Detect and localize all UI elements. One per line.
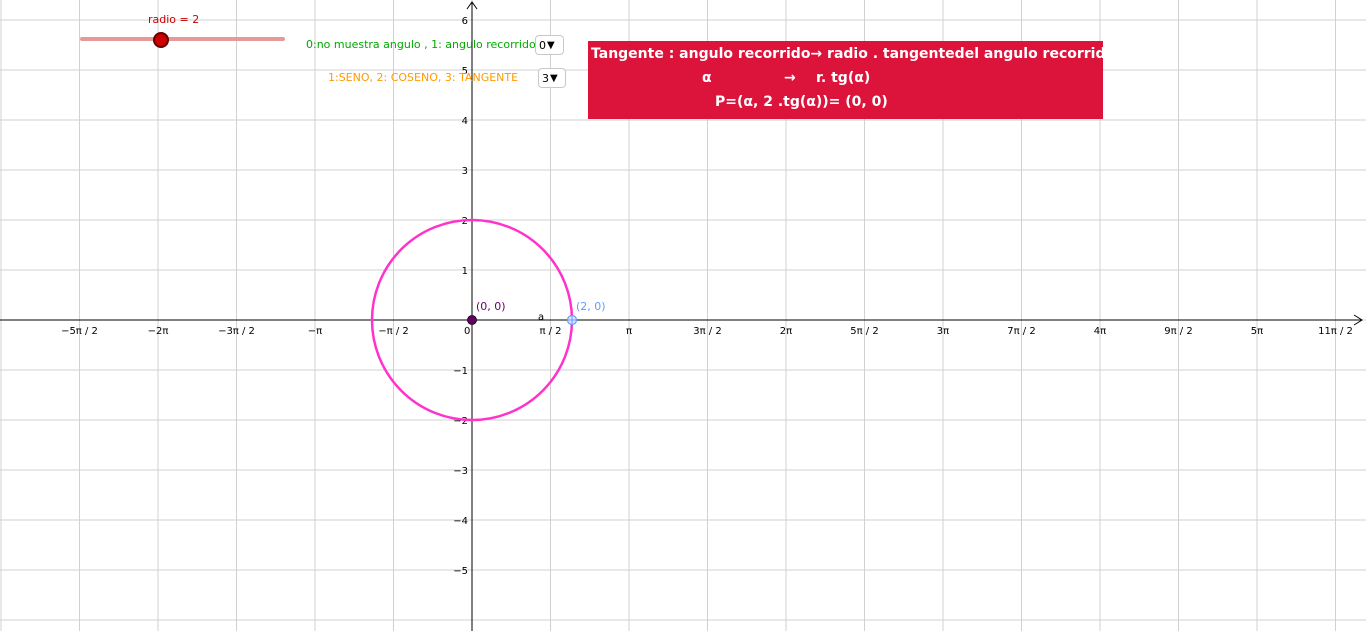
x-tick-label: 9π / 2: [1164, 326, 1192, 337]
y-tick-label: −4: [453, 516, 468, 527]
x-tick-label: 3π: [937, 326, 949, 337]
x-tick-label: 0: [464, 326, 470, 337]
x-tick-label: −3π / 2: [218, 326, 255, 337]
x-tick-label: 11π / 2: [1318, 326, 1353, 337]
slider-knob[interactable]: [153, 32, 169, 48]
radius-slider-label: radio = 2: [148, 13, 200, 26]
x-tick-label: 5π: [1251, 326, 1263, 337]
y-tick-labels: −5−4−3−2−1123456: [453, 16, 468, 577]
y-tick-label: 6: [462, 16, 468, 27]
x-tick-label: −5π / 2: [61, 326, 98, 337]
moving-point[interactable]: [566, 314, 578, 326]
x-tick-labels: −5π / 2 −2π −3π / 2 −π −π / 2 0 π / 2 π 3π / 2 2π…: [61, 326, 1353, 337]
function-mode-label: 1:SENO, 2: COSENO, 3: TANGENTE: [328, 71, 519, 84]
y-tick-label: −5: [453, 566, 468, 577]
function-mode-dropdown[interactable]: 3 ▼: [538, 68, 566, 88]
angle-mode-dropdown[interactable]: 0 ▼: [535, 35, 564, 55]
info-line-2-right: r. tg(α): [816, 70, 871, 86]
angle-label: a: [538, 312, 544, 323]
x-tick-label: −π: [308, 326, 322, 337]
x-tick-label: 5π / 2: [850, 326, 878, 337]
y-tick-label: 3: [462, 166, 468, 177]
dropdown-arrow-icon: ▼: [550, 72, 558, 84]
y-tick-label: −1: [453, 366, 468, 377]
x-tick-label: 4π: [1094, 326, 1106, 337]
x-tick-label: −2π: [148, 326, 169, 337]
info-line-2-alpha: α: [702, 70, 712, 86]
function-mode-value: 3: [542, 71, 549, 85]
x-tick-label: −π / 2: [378, 326, 409, 337]
angle-mode-label: 0:no muestra angulo , 1: angulo recorrid…: [306, 38, 536, 51]
slider-track[interactable]: [80, 37, 285, 41]
y-tick-label: 4: [462, 116, 468, 127]
x-tick-label: π / 2: [539, 326, 561, 337]
x-tick-label: π: [626, 326, 632, 337]
radius-slider[interactable]: [80, 32, 285, 48]
x-tick-label: 7π / 2: [1007, 326, 1035, 337]
info-line-1: Tangente : angulo recorrido→ radio . tan…: [591, 46, 1116, 62]
moving-point-label: (2, 0): [576, 300, 606, 313]
y-tick-label: −3: [453, 466, 468, 477]
origin-point[interactable]: [467, 315, 477, 325]
angle-mode-value: 0: [539, 38, 546, 52]
dropdown-arrow-icon: ▼: [547, 39, 555, 51]
origin-point-label: (0, 0): [476, 300, 506, 313]
info-line-2-arrow: →: [784, 70, 796, 86]
info-line-3: P=(α, 2 .tg(α))= (0, 0): [715, 94, 888, 110]
y-tick-label: 1: [462, 266, 468, 277]
x-tick-label: 2π: [780, 326, 792, 337]
x-tick-label: 3π / 2: [693, 326, 721, 337]
info-box: Tangente : angulo recorrido→ radio . tan…: [588, 41, 1115, 119]
